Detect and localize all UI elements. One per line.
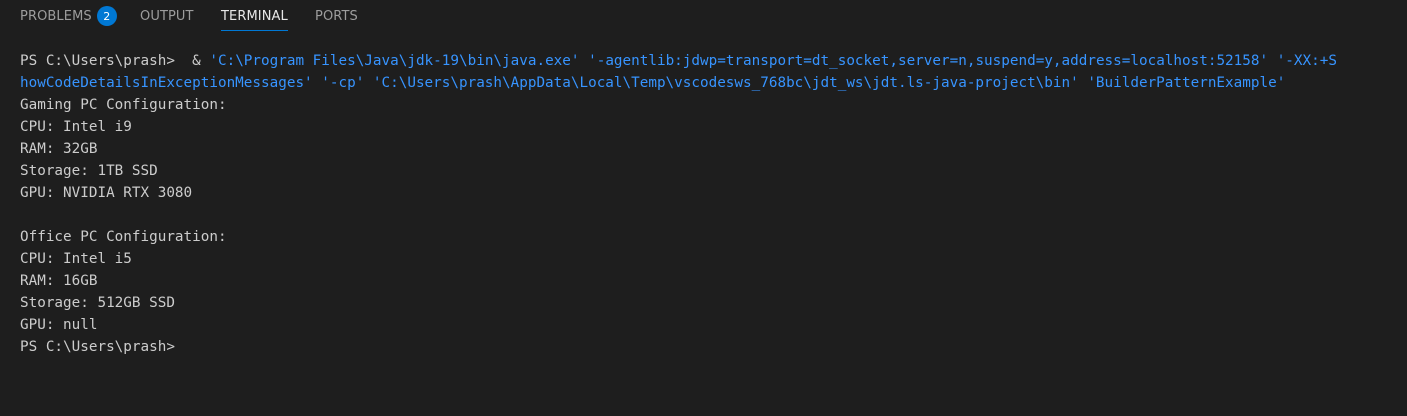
tab-ports-label: PORTS <box>315 8 358 24</box>
output-line: Office PC Configuration: <box>20 229 227 245</box>
tab-terminal[interactable]: TERMINAL <box>221 0 288 32</box>
terminal-command-part-2: howCodeDetailsInExceptionMessages' '-cp'… <box>20 75 1286 91</box>
terminal-final-prompt: PS C:\Users\prash> <box>20 339 175 355</box>
terminal-call-operator: & <box>174 53 210 69</box>
terminal-command-line-1: PS C:\Users\prash> & 'C:\Program Files\J… <box>20 50 1400 72</box>
output-line: GPU: null <box>20 317 98 333</box>
output-line: Gaming PC Configuration: <box>20 97 227 113</box>
terminal-command-line-2: howCodeDetailsInExceptionMessages' '-cp'… <box>20 72 1400 94</box>
output-line: CPU: Intel i9 <box>20 119 132 135</box>
tab-output-label: OUTPUT <box>140 8 194 24</box>
panel-tab-bar: PROBLEMS 2 OUTPUT TERMINAL PORTS <box>0 0 1407 34</box>
tab-terminal-label: TERMINAL <box>221 8 288 24</box>
terminal-command-part-1: 'C:\Program Files\Java\jdk-19\bin\java.e… <box>209 53 1337 69</box>
tab-output[interactable]: OUTPUT <box>140 0 194 32</box>
tab-ports[interactable]: PORTS <box>315 0 358 32</box>
terminal-output[interactable]: PS C:\Users\prash> & 'C:\Program Files\J… <box>20 50 1400 358</box>
tab-problems[interactable]: PROBLEMS 2 <box>20 0 117 32</box>
output-line: Storage: 1TB SSD <box>20 163 158 179</box>
problems-count-badge: 2 <box>96 6 117 26</box>
tab-problems-label: PROBLEMS <box>20 8 92 24</box>
active-tab-indicator <box>221 30 288 31</box>
output-line: RAM: 32GB <box>20 141 98 157</box>
terminal-prompt: PS C:\Users\prash> <box>20 53 175 69</box>
output-line: CPU: Intel i5 <box>20 251 132 267</box>
output-line: RAM: 16GB <box>20 273 98 289</box>
output-line: Storage: 512GB SSD <box>20 295 175 311</box>
output-line: GPU: NVIDIA RTX 3080 <box>20 185 193 201</box>
